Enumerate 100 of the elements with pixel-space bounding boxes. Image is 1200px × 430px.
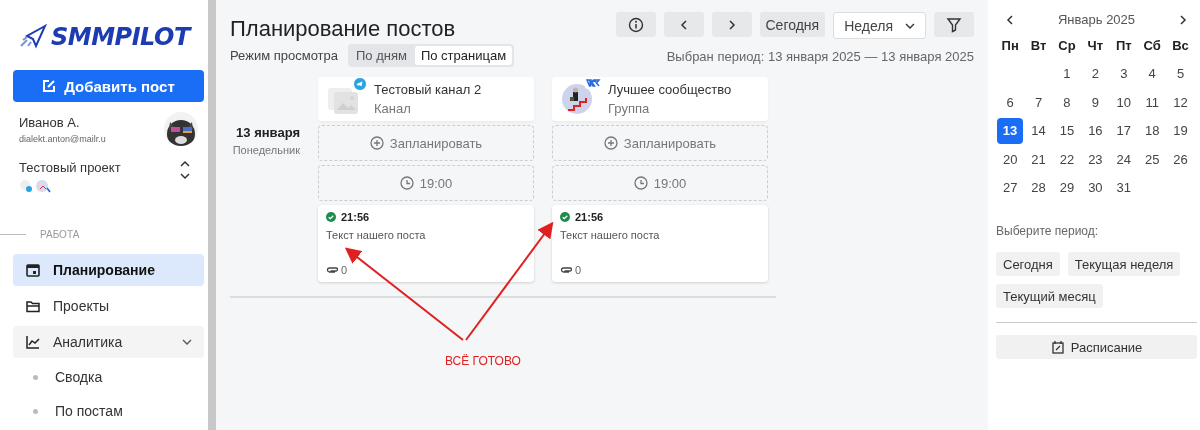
period-button[interactable]: Текущий месяц [996,284,1103,308]
view-mode-tab[interactable]: По дням [350,46,413,65]
schedule-button[interactable]: Расписание [996,335,1197,359]
calendar-day[interactable]: 15 [1052,116,1082,145]
chevron-right-icon [727,19,736,30]
calendar-day[interactable]: 11 [1137,88,1167,117]
period-label: Выберите период: [996,224,1100,238]
filter-button[interactable] [934,12,974,37]
calendar-day[interactable]: 30 [1081,173,1110,202]
paperclip-icon [560,265,572,275]
attachment-count: 0 [341,264,348,276]
nav-item[interactable]: Аналитика [13,326,204,358]
selected-period: Выбран период: 13 января 2025 — 13 января 2025 [665,49,974,64]
nav-item[interactable]: Проекты [13,290,204,322]
weekday-header: Вс [1171,36,1190,55]
calendar-day[interactable]: 22 [1052,145,1082,174]
user-email: dialekt.anton@mailr.u [19,133,106,144]
calendar-day[interactable]: 2 [1081,59,1110,88]
weekday-header: Пн [1000,36,1020,55]
calendar-day[interactable]: 13 [997,117,1023,144]
filter-icon [946,16,962,33]
chevron-down-icon [182,338,192,346]
post-time: 21:56 [575,211,604,223]
annotation-label: ВСЁ ГОТОВО [445,354,521,368]
plus-circle-icon [603,136,618,150]
calendar-day[interactable]: 4 [1137,59,1167,88]
channel-avatar-icon [35,179,51,193]
next-button[interactable] [711,12,752,37]
calendar-day[interactable]: 24 [1109,145,1138,174]
calendar-day[interactable]: 6 [996,88,1025,117]
calendar-day[interactable]: 10 [1109,88,1138,117]
calendar-day[interactable]: 8 [1052,88,1082,117]
calendar-day[interactable]: 29 [1052,173,1082,202]
nav-subitem[interactable]: Сводка [13,362,204,392]
channel-name: Лучшее сообщество [608,82,732,97]
plus-circle-icon [369,136,384,150]
chevron-left-icon [1006,14,1014,25]
paperclip-icon [326,265,338,275]
time-slot[interactable]: 19:00 [318,165,534,201]
channel-type: Канал [374,101,412,116]
calendar-day[interactable]: 21 [1024,145,1053,174]
calendar-day[interactable]: 12 [1166,88,1195,117]
post-text: Текст нашего поста [560,229,661,243]
add-post-button[interactable]: Добавить пост [13,70,204,102]
today-button[interactable]: Сегодня [759,12,826,37]
calendar-day[interactable]: 19 [1166,116,1195,145]
calendar-day[interactable]: 14 [1024,116,1053,145]
view-mode-label: Режим просмотра [230,48,338,63]
post-time: 21:56 [341,211,370,223]
chevron-up-icon [180,160,190,168]
calendar-day[interactable]: 20 [996,145,1025,174]
weekday-header: Вт [1029,36,1048,55]
rocket-icon [19,24,47,50]
range-select[interactable]: Неделя [833,12,926,39]
weekday-label: Понедельник [231,144,300,156]
calendar-day[interactable]: 7 [1024,88,1053,117]
time-slot[interactable]: 19:00 [552,165,768,201]
calendar-day[interactable]: 26 [1166,145,1195,174]
folder-icon [25,298,41,314]
calendar-day[interactable]: 3 [1109,59,1138,88]
clock-icon [633,176,648,190]
calendar-day[interactable]: 5 [1166,59,1195,88]
info-button[interactable] [615,12,656,37]
post-card[interactable]: 21:56 Текст нашего поста 0 [552,205,768,282]
calendar-icon [25,262,41,278]
nav-subitem[interactable]: По постам [13,396,204,426]
calendar-day[interactable]: 23 [1081,145,1110,174]
info-icon [627,16,644,33]
chevron-down-icon [180,172,190,180]
section-label: РАБОТА [40,229,80,240]
schedule-post-button[interactable]: Запланировать [318,125,534,161]
scrollbar[interactable] [208,0,216,430]
edit-icon [42,79,57,93]
chart-icon [25,334,41,350]
user-name: Иванов А. [19,114,81,130]
calendar-day[interactable]: 27 [996,173,1025,202]
page-title: Планирование постов [230,16,457,42]
schedule-post-button[interactable]: Запланировать [552,125,768,161]
logo-text: SMMPILOT [51,23,190,51]
calendar-day[interactable]: 31 [1109,173,1138,202]
attachment-count: 0 [575,264,582,276]
period-button[interactable]: Сегодня [996,252,1060,276]
calendar-month: Январь 2025 [1057,12,1136,27]
nav-item[interactable]: Планирование [13,254,204,286]
clock-icon [399,176,414,190]
calendar-day[interactable]: 25 [1137,145,1167,174]
period-button[interactable]: Текущая неделя [1067,252,1181,276]
calendar-day[interactable]: 28 [1024,173,1053,202]
post-card[interactable]: 21:56 Текст нашего поста 0 [318,205,534,282]
calendar-day[interactable]: 16 [1081,116,1110,145]
view-mode-tab[interactable]: По страницам [414,46,513,65]
chevron-left-icon [679,19,688,30]
calendar-day[interactable]: 1 [1052,59,1082,88]
calendar-day[interactable]: 9 [1081,88,1110,117]
weekday-header: Чт [1086,36,1105,55]
date-label: 13 января [235,125,300,140]
calendar-day[interactable]: 18 [1137,116,1167,145]
weekday-header: Сб [1142,36,1162,55]
calendar-day[interactable]: 17 [1109,116,1138,145]
previous-button[interactable] [663,12,704,37]
